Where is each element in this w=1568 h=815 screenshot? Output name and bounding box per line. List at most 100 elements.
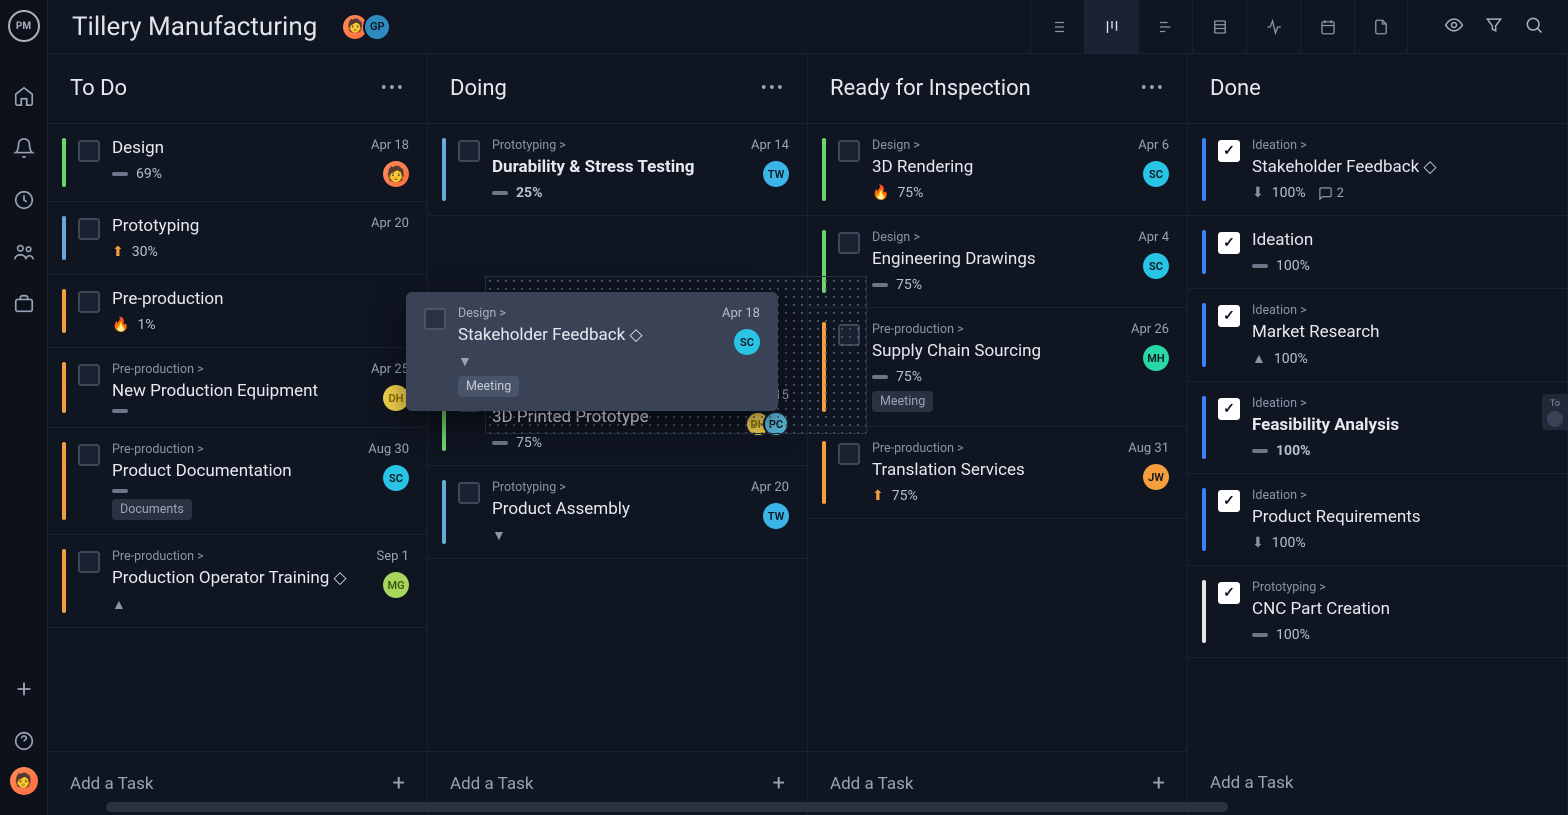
clock-icon[interactable] — [12, 188, 36, 212]
task-checkbox[interactable] — [78, 551, 100, 573]
task-card[interactable]: Design69%Apr 18🧑 — [48, 124, 427, 202]
task-checkbox[interactable]: ✓ — [1218, 232, 1240, 254]
task-card[interactable]: Design >3D Rendering🔥75%Apr 6SC — [808, 124, 1187, 216]
briefcase-icon[interactable] — [12, 292, 36, 316]
priority-up-icon: ⬆ — [872, 488, 884, 504]
plus-icon[interactable] — [12, 677, 36, 701]
task-card[interactable]: ✓Prototyping >CNC Part Creation100% — [1188, 566, 1567, 658]
column-menu[interactable]: ••• — [1141, 78, 1165, 99]
horizontal-scrollbar[interactable] — [106, 802, 1228, 812]
eye-icon[interactable] — [1444, 15, 1464, 39]
task-checkbox[interactable] — [78, 291, 100, 313]
user-avatar[interactable]: 🧑 — [10, 767, 38, 795]
help-icon[interactable] — [12, 729, 36, 753]
column-title: Ready for Inspection — [830, 76, 1031, 101]
task-card[interactable]: Pre-production >Product DocumentationDoc… — [48, 428, 427, 535]
tag-chip: Meeting — [872, 391, 933, 412]
milestone-icon: ◇ — [334, 568, 347, 588]
column-todo: To Do ••• Design69%Apr 18🧑 Prototyping⬆30… — [48, 54, 428, 815]
home-icon[interactable] — [12, 84, 36, 108]
task-card[interactable]: Prototyping >Durability & Stress Testing… — [428, 124, 807, 216]
priority-up-grey-icon: ▲ — [112, 596, 126, 613]
gantt-view-tab[interactable] — [1138, 0, 1192, 54]
assignee-avatar[interactable]: SC — [383, 465, 409, 491]
priority-bar-icon — [872, 283, 888, 287]
file-view-tab[interactable] — [1354, 0, 1408, 54]
task-card[interactable]: Prototyping >Product Assembly▼Apr 20TW — [428, 466, 807, 559]
task-checkbox[interactable] — [838, 443, 860, 465]
task-checkbox[interactable]: ✓ — [1218, 582, 1240, 604]
task-card[interactable]: ✓Ideation >Stakeholder Feedback ◇⬇100%2 — [1188, 124, 1567, 216]
task-checkbox[interactable]: ✓ — [1218, 140, 1240, 162]
task-checkbox[interactable] — [78, 140, 100, 162]
priority-down-icon: ⬇ — [1252, 535, 1264, 551]
task-checkbox[interactable] — [458, 140, 480, 162]
column-doing: Doing ••• Prototyping >Durability & Stres… — [428, 54, 808, 815]
task-card[interactable]: ✓Ideation >Feasibility Analysis100% — [1188, 382, 1567, 474]
task-card[interactable]: Pre-production >Production Operator Trai… — [48, 535, 427, 628]
priority-bar-icon — [492, 191, 508, 195]
priority-up-grey-icon: ▲ — [1252, 350, 1266, 367]
tag-chip: Meeting — [458, 376, 519, 397]
task-card[interactable]: ✓Ideation100% — [1188, 216, 1567, 289]
add-task-button[interactable]: Add a Task — [1188, 751, 1567, 815]
comment-icon[interactable]: 2 — [1318, 186, 1344, 201]
assignee-avatar[interactable]: MH — [1143, 345, 1169, 371]
side-float-button[interactable]: To — [1542, 394, 1568, 430]
filter-icon[interactable] — [1484, 15, 1504, 39]
task-checkbox[interactable] — [458, 482, 480, 504]
assignee-avatar[interactable]: TW — [763, 503, 789, 529]
task-card[interactable]: Pre-production🔥1% — [48, 275, 427, 348]
assignee-avatar[interactable]: SC — [1143, 253, 1169, 279]
plus-icon: + — [773, 771, 785, 796]
plus-icon: + — [393, 771, 405, 796]
app-logo[interactable]: PM — [8, 10, 40, 42]
tag-chip: Documents — [112, 499, 192, 520]
task-checkbox[interactable] — [838, 232, 860, 254]
column-ready: Ready for Inspection ••• Design >3D Rende… — [808, 54, 1188, 815]
task-checkbox[interactable] — [424, 308, 446, 330]
priority-down-grey-icon: ▼ — [458, 353, 472, 370]
task-checkbox[interactable] — [78, 444, 100, 466]
column-menu[interactable]: ••• — [761, 78, 785, 99]
assignee-avatar[interactable]: 🧑 — [383, 161, 409, 187]
task-checkbox[interactable]: ✓ — [1218, 398, 1240, 420]
assignee-avatar[interactable]: TW — [763, 161, 789, 187]
assignee-avatar[interactable]: SC — [1143, 161, 1169, 187]
kanban-board: To Do ••• Design69%Apr 18🧑 Prototyping⬆30… — [48, 54, 1568, 815]
search-icon[interactable] — [1524, 15, 1544, 39]
assignee-avatar[interactable]: JW — [1143, 464, 1169, 490]
column-menu[interactable]: ••• — [381, 78, 405, 99]
team-avatars[interactable]: 🧑 GP — [341, 13, 391, 41]
project-title: Tillery Manufacturing — [72, 12, 317, 42]
task-card[interactable]: ✓Ideation >Market Research▲100% — [1188, 289, 1567, 382]
sheet-view-tab[interactable] — [1192, 0, 1246, 54]
list-view-tab[interactable] — [1030, 0, 1084, 54]
assignee-avatar[interactable]: SC — [734, 329, 760, 355]
task-checkbox[interactable]: ✓ — [1218, 305, 1240, 327]
priority-bar-icon — [492, 441, 508, 445]
priority-bar-icon — [112, 489, 128, 493]
priority-fire-icon: 🔥 — [872, 185, 889, 201]
calendar-view-tab[interactable] — [1300, 0, 1354, 54]
priority-bar-icon — [112, 172, 128, 176]
column-title: Doing — [450, 76, 507, 101]
bell-icon[interactable] — [12, 136, 36, 160]
activity-view-tab[interactable] — [1246, 0, 1300, 54]
task-checkbox[interactable] — [838, 140, 860, 162]
task-checkbox[interactable]: ✓ — [1218, 490, 1240, 512]
task-card[interactable]: Pre-production >New Production Equipment… — [48, 348, 427, 428]
column-title: To Do — [70, 76, 127, 101]
board-view-tab[interactable] — [1084, 0, 1138, 54]
task-checkbox[interactable] — [78, 364, 100, 386]
task-checkbox[interactable] — [78, 218, 100, 240]
dragging-card[interactable]: Design > Stakeholder Feedback ◇ ▼ Meetin… — [406, 292, 778, 411]
priority-bar-icon — [1252, 264, 1268, 268]
task-card[interactable]: ✓Ideation >Product Requirements⬇100% — [1188, 474, 1567, 566]
topbar: Tillery Manufacturing 🧑 GP — [48, 0, 1568, 54]
task-card[interactable]: Prototyping⬆30%Apr 20 — [48, 202, 427, 275]
assignee-avatar[interactable]: MG — [383, 572, 409, 598]
member-badge[interactable]: GP — [363, 13, 391, 41]
people-icon[interactable] — [12, 240, 36, 264]
task-card[interactable]: Pre-production >Translation Services⬆75%… — [808, 427, 1187, 519]
